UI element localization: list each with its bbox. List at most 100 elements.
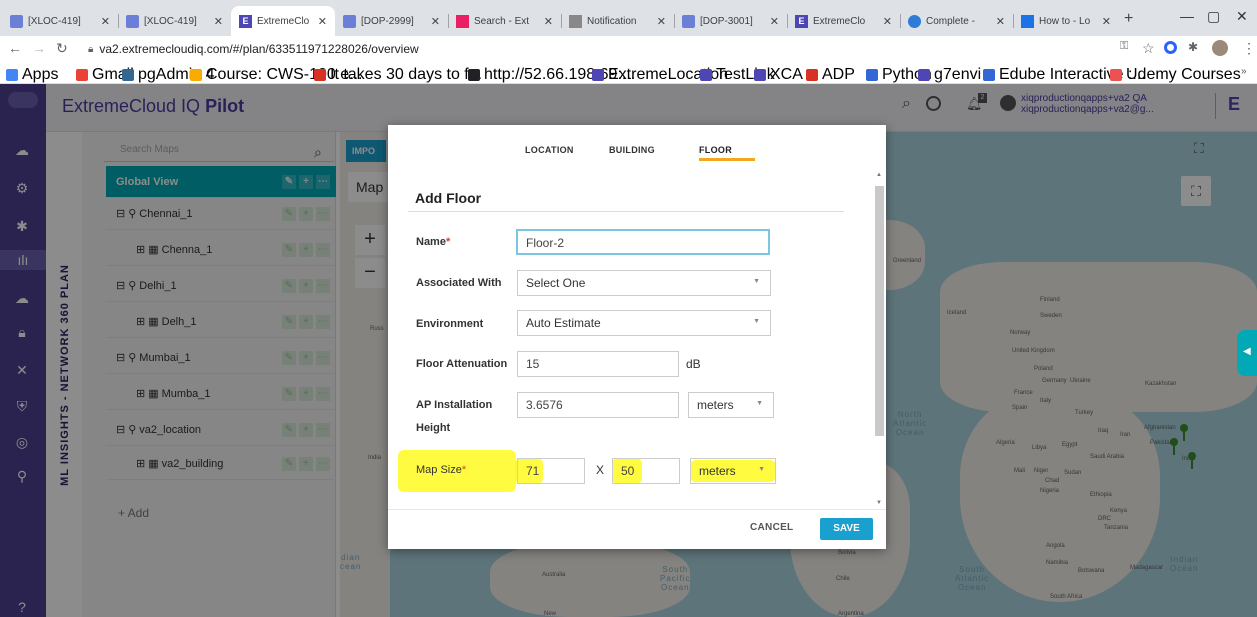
cancel-button[interactable]: CANCEL — [750, 522, 793, 533]
bookmark-13[interactable]: Udemy Courses — [1110, 66, 1241, 84]
environment-select[interactable]: Auto Estimate ▼ — [517, 310, 771, 336]
name-field[interactable]: Floor-2 — [516, 229, 770, 255]
bookmarks-more[interactable]: » — [1241, 66, 1247, 77]
map-width-field[interactable]: 71 — [517, 458, 585, 484]
bookmark-icon — [190, 69, 202, 81]
key-icon[interactable]: ⚿ — [1120, 40, 1128, 53]
side-panel-toggle[interactable]: ◀ — [1237, 330, 1257, 376]
browser-tab[interactable]: Search - Ext ✕ — [448, 6, 561, 36]
map-size-unit-select[interactable]: meters ▼ — [690, 458, 776, 484]
divider — [388, 509, 886, 510]
avatar[interactable] — [1212, 40, 1228, 56]
chevron-left-icon: ◀ — [1243, 346, 1251, 357]
close-icon[interactable]: ✕ — [996, 15, 1005, 28]
bookmark-0[interactable]: Apps — [6, 66, 58, 84]
associated-with-label: Associated With — [416, 277, 502, 289]
xloc-icon — [343, 14, 356, 28]
star-icon[interactable]: ☆ — [1142, 40, 1155, 57]
close-icon[interactable]: ✕ — [431, 15, 440, 28]
bookmark-icon — [592, 69, 604, 81]
chevron-down-icon: ▼ — [753, 318, 760, 325]
puzzle-icon[interactable]: ✱ — [1188, 40, 1198, 54]
close-icon[interactable]: ✕ — [657, 15, 666, 28]
bookmark-icon — [6, 69, 18, 81]
close-icon[interactable]: ✕ — [1102, 15, 1111, 28]
bookmark-icon — [983, 69, 995, 81]
bookmark-4[interactable]: It takes 30 days to f... — [314, 66, 482, 84]
attenuation-unit: dB — [686, 357, 701, 371]
close-icon[interactable]: ✕ — [544, 15, 553, 28]
active-tab-indicator — [699, 158, 755, 161]
reload-icon[interactable]: ↻ — [56, 40, 68, 57]
close-icon[interactable]: ✕ — [214, 15, 223, 28]
floor-attenuation-label: Floor Attenuation — [416, 358, 508, 370]
chevron-down-icon: ▼ — [756, 400, 763, 407]
dialog-scrollbar[interactable] — [875, 186, 884, 436]
browser-tab[interactable]: [XLOC-419] ✕ — [118, 6, 231, 36]
map-size-label: Map Size* — [416, 464, 467, 476]
save-button[interactable]: SAVE — [820, 518, 873, 540]
close-icon[interactable]: ✕ — [101, 15, 110, 28]
browser-tab[interactable]: [DOP-2999] ✕ — [335, 6, 448, 36]
bookmark-icon — [700, 69, 712, 81]
environment-label: Environment — [416, 318, 484, 330]
map-height-field[interactable]: 50 — [612, 458, 680, 484]
window-close-icon[interactable]: ✕ — [1236, 8, 1248, 25]
extension-icon[interactable] — [1164, 41, 1177, 54]
browser-tab[interactable]: Notification ✕ — [561, 6, 674, 36]
floor-attenuation-field[interactable]: 15 — [517, 351, 679, 377]
browser-tab[interactable]: [DOP-3001] ✕ — [674, 6, 787, 36]
ap-height-unit-select[interactable]: meters ▼ — [688, 392, 774, 418]
browser-tab[interactable]: How to - Lo ✕ — [1013, 6, 1119, 36]
tab-floor[interactable]: FLOOR — [699, 145, 732, 155]
chevron-down-icon: ▼ — [758, 466, 765, 473]
close-icon[interactable]: ✕ — [318, 15, 327, 28]
xloc-icon — [126, 14, 139, 28]
kebab-menu-icon[interactable]: ⋮ — [1242, 40, 1256, 57]
bookmark-icon — [76, 69, 88, 81]
tab-location[interactable]: LOCATION — [525, 145, 574, 155]
browser-tab[interactable]: Complete - ✕ — [900, 6, 1013, 36]
scroll-down-icon[interactable]: ▼ — [876, 500, 882, 506]
maximize-icon[interactable]: ▢ — [1207, 8, 1220, 25]
browser-tab[interactable]: [XLOC-419] ✕ — [2, 6, 118, 36]
extreme-icon: E — [795, 14, 808, 28]
howto-icon — [1021, 14, 1034, 28]
bookmark-11[interactable]: g7envi — [918, 66, 981, 84]
back-icon[interactable]: ← — [8, 40, 22, 56]
name-label: Name* — [416, 236, 451, 248]
notification-icon — [569, 14, 582, 28]
browser-tab[interactable]: E ExtremeClo ✕ — [787, 6, 900, 36]
xloc-icon — [682, 14, 695, 28]
tab-building[interactable]: BUILDING — [609, 145, 655, 155]
bookmark-icon — [1110, 69, 1122, 81]
cloud-icon — [908, 14, 921, 28]
map-size-separator: X — [596, 463, 605, 477]
close-icon[interactable]: ✕ — [770, 15, 779, 28]
scroll-up-icon[interactable]: ▲ — [876, 172, 882, 178]
bookmark-icon — [468, 69, 480, 81]
bookmark-8[interactable]: XCA — [754, 66, 803, 84]
minimize-icon[interactable]: — — [1180, 8, 1194, 24]
forward-icon[interactable]: → — [32, 40, 46, 56]
chevron-down-icon: ▼ — [753, 278, 760, 285]
lock-icon: 🔒︎ — [88, 43, 94, 55]
bookmark-icon — [918, 69, 930, 81]
ap-height-label: AP Installation Height — [416, 399, 493, 434]
browser-tab-active[interactable]: E ExtremeClo ✕ — [231, 6, 335, 36]
bookmark-icon — [314, 69, 326, 81]
bookmark-9[interactable]: ADP — [806, 66, 855, 84]
new-tab-button[interactable]: + — [1124, 10, 1133, 28]
close-icon[interactable]: ✕ — [883, 15, 892, 28]
bookmark-icon — [122, 69, 134, 81]
bookmark-icon — [866, 69, 878, 81]
extreme-icon: E — [239, 14, 252, 28]
bookmark-icon — [806, 69, 818, 81]
ap-height-field[interactable]: 3.6576 — [517, 392, 679, 418]
associated-with-select[interactable]: Select One ▼ — [517, 270, 771, 296]
address-bar[interactable]: 🔒︎ va2.extremecloudiq.com/#/plan/63351197… — [88, 39, 828, 59]
dialog-title: Add Floor — [415, 190, 482, 206]
xloc-icon — [10, 14, 23, 28]
search-ext-icon — [456, 14, 469, 28]
divider — [408, 211, 844, 212]
